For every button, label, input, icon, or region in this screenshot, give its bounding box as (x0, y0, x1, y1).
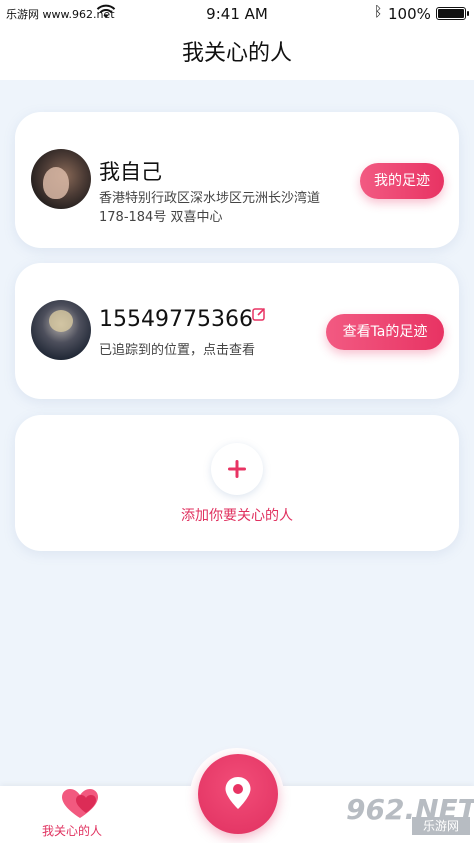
nav-bar: 我关心的人 (0, 28, 474, 80)
bluetooth-icon: ᛒ (374, 4, 383, 20)
person-phone: 15549775366 (99, 307, 253, 332)
battery-percent: 100% (388, 5, 431, 23)
tracking-status: 已追踪到的位置，点击查看 (99, 343, 256, 358)
watermark-sub: 乐游网 (412, 817, 470, 835)
location-pin-icon (225, 777, 251, 809)
add-person-button[interactable] (211, 443, 263, 495)
plus-icon (228, 460, 246, 478)
heart-icon[interactable] (60, 787, 100, 821)
person-name: 我自己 (99, 160, 162, 184)
view-ta-footprints-button[interactable]: 查看Ta的足迹 (326, 314, 444, 350)
add-person-label: 添加你要关心的人 (181, 508, 293, 524)
my-footprints-button[interactable]: 我的足迹 (360, 163, 444, 199)
avatar (31, 149, 91, 209)
battery-icon (436, 7, 469, 20)
tab-my-people[interactable]: 我关心的人 (42, 822, 102, 839)
person-card-self[interactable]: 我自己 香港特别行政区深水埗区元洲长沙湾道178-184号 双喜中心 我的足迹 (15, 112, 459, 248)
status-bar: 乐游网 www.962.net 9:41 AM ᛒ 100% (0, 0, 474, 28)
person-card-contact[interactable]: 15549775366 已追踪到的位置，点击查看 查看Ta的足迹 (15, 263, 459, 399)
page-title: 我关心的人 (181, 41, 292, 66)
avatar (31, 300, 91, 360)
edit-icon[interactable] (252, 307, 266, 321)
location-button[interactable] (198, 754, 278, 834)
add-person-card[interactable]: 添加你要关心的人 (15, 415, 459, 551)
watermark-logo: 962.NET 乐游网 (346, 793, 474, 839)
person-address: 香港特别行政区深水埗区元洲长沙湾道178-184号 双喜中心 (99, 191, 321, 225)
